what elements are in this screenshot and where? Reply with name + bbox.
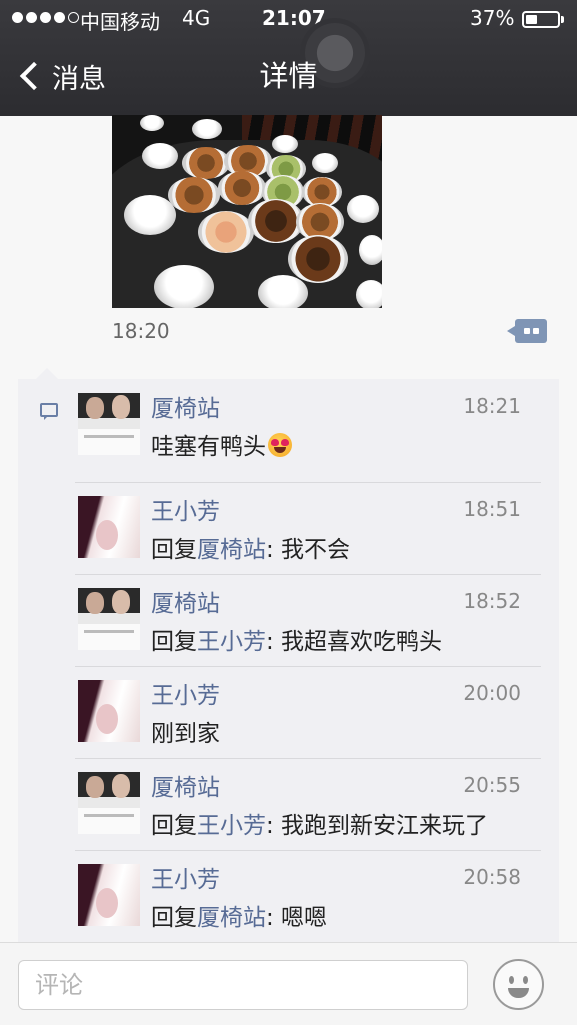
heart-eyes-emoji-icon — [268, 433, 292, 457]
comment-divider — [75, 666, 541, 667]
avatar[interactable] — [78, 680, 140, 742]
comment-text: 刚到家 — [151, 714, 220, 748]
comment-item[interactable]: 王小芳 18:51 回复厦椅站: 我不会 — [75, 482, 541, 574]
comment-item[interactable]: 厦椅站 20:55 回复王小芳: 我跑到新安江来玩了 — [75, 758, 541, 850]
comment-item[interactable]: 厦椅站 18:52 回复王小芳: 我超喜欢吃鸭头 — [75, 574, 541, 666]
avatar[interactable] — [78, 496, 140, 558]
comment-text: 回复厦椅站: 我不会 — [151, 530, 350, 564]
top-bar: 中国移动 4G 21:07 37% 消息 详情 — [0, 0, 577, 116]
commenter-name[interactable]: 厦椅站 — [151, 584, 220, 618]
comment-divider — [75, 758, 541, 759]
comment-time: 18:21 — [463, 394, 521, 418]
comment-divider — [75, 482, 541, 483]
avatar[interactable] — [78, 864, 140, 926]
comment-time: 20:58 — [463, 865, 521, 889]
avatar[interactable] — [78, 772, 140, 834]
comment-body: : 我不会 — [266, 537, 351, 563]
avatar[interactable] — [78, 588, 140, 650]
reply-prefix: 回复 — [151, 813, 197, 839]
commenter-name[interactable]: 王小芳 — [151, 676, 220, 710]
comment-divider — [75, 850, 541, 851]
comment-body: : 嗯嗯 — [266, 905, 328, 931]
reply-prefix: 回复 — [151, 537, 197, 563]
reply-prefix: 回复 — [151, 905, 197, 931]
comment-text: 回复王小芳: 我超喜欢吃鸭头 — [151, 622, 442, 656]
comment-input-bar: 评论 — [0, 942, 577, 1025]
comment-time: 18:52 — [463, 589, 521, 613]
comment-divider — [75, 574, 541, 575]
comment-body: 刚到家 — [151, 721, 220, 747]
comment-item[interactable]: 王小芳 20:00 刚到家 — [75, 666, 541, 758]
comment-time: 20:55 — [463, 773, 521, 797]
signal-strength-icon — [12, 12, 79, 23]
avatar[interactable] — [78, 393, 140, 455]
network-type: 4G — [182, 6, 211, 30]
reply-to-name[interactable]: 厦椅站 — [197, 537, 266, 563]
reply-prefix: 回复 — [151, 629, 197, 655]
reply-to-name[interactable]: 王小芳 — [197, 629, 266, 655]
comment-text: 哇塞有鸭头 — [151, 427, 292, 461]
commenter-name[interactable]: 厦椅站 — [151, 389, 220, 423]
battery-tip — [561, 16, 564, 23]
comment-time: 20:00 — [463, 681, 521, 705]
comment-body: : 我超喜欢吃鸭头 — [266, 629, 443, 655]
post-time: 18:20 — [112, 319, 170, 343]
battery-percent: 37% — [470, 6, 515, 30]
post-photo[interactable] — [112, 115, 382, 308]
emoji-button[interactable] — [493, 959, 544, 1010]
comment-body: 哇塞有鸭头 — [151, 434, 266, 460]
battery-icon — [522, 11, 560, 28]
commenter-name[interactable]: 王小芳 — [151, 492, 220, 526]
comment-item[interactable]: 厦椅站 18:21 哇塞有鸭头 — [75, 379, 541, 471]
carrier-label: 中国移动 — [80, 10, 160, 34]
commenter-name[interactable]: 厦椅站 — [151, 768, 220, 802]
status-bar: 中国移动 4G 21:07 37% — [0, 0, 577, 38]
reply-to-name[interactable]: 王小芳 — [197, 813, 266, 839]
comment-item[interactable]: 王小芳 20:58 回复厦椅站: 嗯嗯 — [75, 850, 541, 942]
comment-input-placeholder: 评论 — [35, 971, 83, 999]
comment-input[interactable]: 评论 — [18, 960, 468, 1010]
commenter-name[interactable]: 王小芳 — [151, 860, 220, 894]
comment-action-button[interactable] — [507, 319, 547, 343]
reply-to-name[interactable]: 厦椅站 — [197, 905, 266, 931]
comment-time: 18:51 — [463, 497, 521, 521]
comment-text: 回复王小芳: 我跑到新安江来玩了 — [151, 806, 488, 840]
comment-bubble-icon — [40, 403, 58, 420]
comment-body: : 我跑到新安江来玩了 — [266, 813, 489, 839]
panel-arrow — [36, 368, 58, 379]
page-title: 详情 — [259, 59, 318, 93]
comment-text: 回复厦椅站: 嗯嗯 — [151, 898, 327, 932]
